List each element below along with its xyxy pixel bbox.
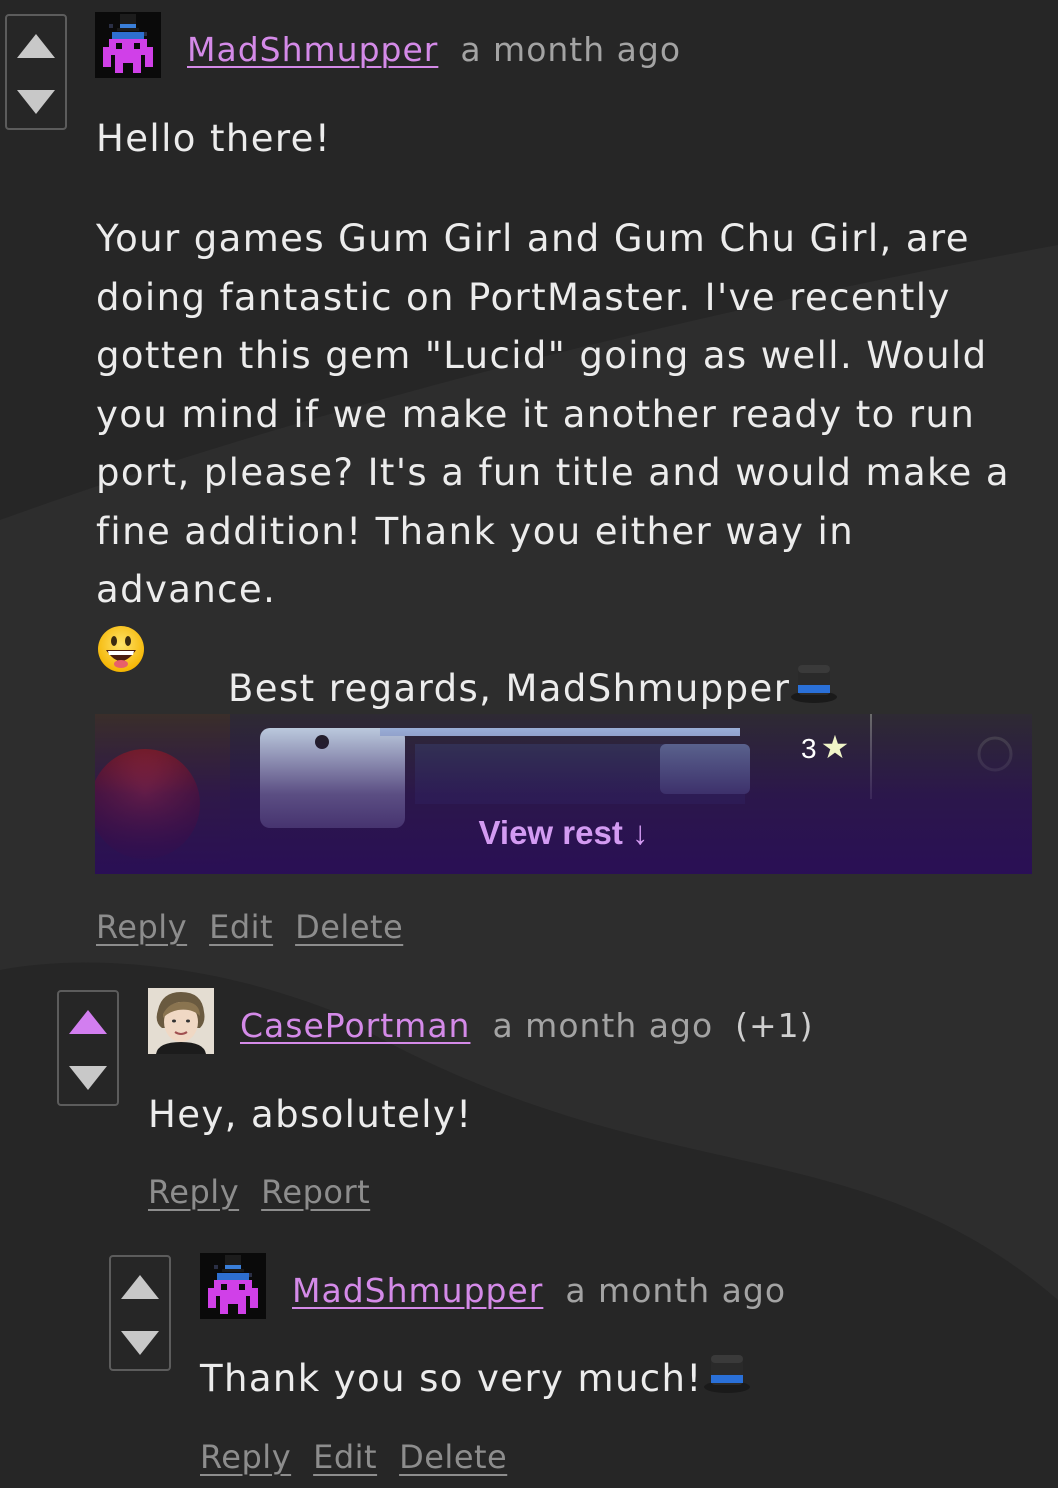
downvote-button[interactable] — [69, 1066, 107, 1090]
comment-actions: Reply Edit Delete — [200, 1438, 529, 1476]
reply-link[interactable]: Reply — [148, 1173, 239, 1211]
comment-signoff: Best regards, MadShmupper — [228, 660, 838, 719]
timestamp: a month ago — [565, 1271, 787, 1310]
vote-box — [57, 990, 119, 1106]
username-link[interactable]: MadShmupper — [187, 30, 438, 69]
comment-paragraph: Your games Gum Girl and Gum Chu Girl, ar… — [96, 210, 1041, 681]
upvote-button[interactable] — [17, 34, 55, 58]
comment-body: Thank you so very much! — [200, 1350, 751, 1409]
space-invader-avatar-icon — [200, 1253, 266, 1319]
comment-actions: Reply Edit Delete — [96, 908, 425, 946]
reply-link[interactable]: Reply — [200, 1438, 291, 1476]
edit-link[interactable]: Edit — [313, 1438, 377, 1476]
upvote-button[interactable] — [121, 1275, 159, 1299]
rating-badge: 3 ★ — [801, 728, 849, 766]
smiley-face-icon — [96, 624, 146, 674]
avatar[interactable] — [148, 988, 214, 1054]
comment-body: Hey, absolutely! — [148, 1093, 473, 1136]
comment-header: CasePortman a month ago (+1) — [240, 1006, 814, 1045]
user-photo-avatar-icon — [148, 988, 214, 1054]
edit-link[interactable]: Edit — [209, 908, 273, 946]
rating-count: 3 — [801, 733, 817, 764]
reply-link[interactable]: Reply — [96, 908, 187, 946]
timestamp: a month ago — [492, 1006, 714, 1045]
signoff-text: Best regards, MadShmupper — [228, 667, 791, 710]
comment-paragraph-text: Your games Gum Girl and Gum Chu Girl, ar… — [96, 217, 1010, 611]
comment-actions: Reply Report — [148, 1173, 392, 1211]
comment-greeting: Hello there! — [96, 117, 332, 160]
timestamp: a month ago — [460, 30, 682, 69]
space-invader-avatar-icon — [95, 12, 161, 78]
vote-box — [109, 1255, 171, 1371]
delete-link[interactable]: Delete — [295, 908, 403, 946]
delete-link[interactable]: Delete — [399, 1438, 507, 1476]
report-link[interactable]: Report — [261, 1173, 370, 1211]
game-embed-preview[interactable]: 3 ★ View rest ↓ — [95, 714, 1032, 874]
score-badge: (+1) — [735, 1006, 814, 1045]
downvote-button[interactable] — [17, 90, 55, 114]
star-icon: ★ — [820, 729, 850, 765]
vote-box — [5, 14, 67, 130]
username-link[interactable]: MadShmupper — [292, 1271, 543, 1310]
upvote-button[interactable] — [69, 1010, 107, 1034]
downvote-button[interactable] — [121, 1331, 159, 1355]
top-hat-icon — [790, 661, 838, 705]
comment-header: MadShmupper a month ago — [187, 30, 681, 69]
comment-header: MadShmupper a month ago — [292, 1271, 786, 1310]
view-rest-button[interactable]: View rest ↓ — [95, 814, 1032, 852]
top-hat-icon — [703, 1351, 751, 1395]
avatar[interactable] — [200, 1253, 266, 1319]
username-link[interactable]: CasePortman — [240, 1006, 470, 1045]
comment-body-text: Thank you so very much! — [200, 1357, 703, 1400]
avatar[interactable] — [95, 12, 161, 78]
